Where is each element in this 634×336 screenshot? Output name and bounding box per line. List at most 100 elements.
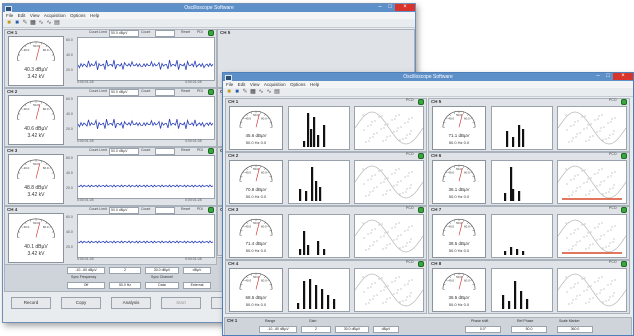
count-limit-field[interactable]: 50.0 dBµV <box>109 30 139 37</box>
settings-icon[interactable]: ✎ <box>242 89 248 95</box>
range-field[interactable]: -10...60 dBµV <box>67 267 105 274</box>
settings-icon[interactable]: ✎ <box>22 20 28 26</box>
minimize-icon[interactable]: – <box>593 73 603 80</box>
sync-frequency-field[interactable]: 50.0 Hz <box>109 282 141 289</box>
wave-icon[interactable]: ∿ <box>258 89 264 95</box>
reset-button[interactable]: Reset <box>181 30 190 35</box>
analysis-button[interactable]: Analysis <box>111 297 151 309</box>
menu-acquisition[interactable]: Acquisition <box>44 13 66 18</box>
menu-help[interactable]: Help <box>90 13 99 18</box>
count-field[interactable] <box>155 207 175 214</box>
reset-button[interactable]: Reset <box>181 89 190 94</box>
time-start: 0:00:01:28 <box>77 139 94 143</box>
phase-point <box>384 124 386 126</box>
gauge-tick-label: 60.0 <box>43 48 49 52</box>
wave-alt-icon[interactable]: ∿ <box>266 89 272 95</box>
phase-point <box>607 176 609 178</box>
wave-icon[interactable]: ∿ <box>38 20 44 26</box>
phase-point <box>611 226 613 228</box>
sync-channel-field[interactable]: Data <box>145 282 179 289</box>
menu-help[interactable]: Help <box>310 82 319 87</box>
reset-button[interactable]: Reset <box>181 207 190 212</box>
unit-field[interactable]: dBµV <box>373 326 399 333</box>
gauge-tick <box>20 49 23 51</box>
menu-edit[interactable]: Edit <box>18 13 26 18</box>
time-end: 0:00:01:28 <box>185 80 202 84</box>
grid-icon[interactable]: ▦ <box>30 20 36 26</box>
gain-field[interactable]: 2 <box>109 267 141 274</box>
close-icon[interactable]: × <box>613 73 633 80</box>
menu-file[interactable]: File <box>226 82 233 87</box>
count-limit-field[interactable]: 50.0 dBµV <box>109 207 139 214</box>
gauge-tick <box>18 113 21 115</box>
voltage-value: 3.42 kV <box>27 251 45 257</box>
grid-icon[interactable]: ▦ <box>250 89 256 95</box>
reset-button[interactable]: Reset <box>181 148 190 153</box>
phase-point <box>571 302 573 304</box>
phase-point <box>406 188 408 190</box>
phase-point <box>609 134 611 136</box>
minimize-icon[interactable]: – <box>375 4 385 11</box>
phase-point <box>411 279 413 281</box>
unit-field[interactable]: dBµV <box>183 267 211 274</box>
menu-options[interactable]: Options <box>70 13 86 18</box>
open-folder-icon[interactable]: ■ <box>6 20 12 26</box>
open-folder-icon[interactable]: ■ <box>226 89 232 95</box>
phase-point <box>400 180 402 182</box>
phase-point <box>584 169 586 171</box>
menu-edit[interactable]: Edit <box>238 82 246 87</box>
channel-label: CH 6 <box>431 153 442 158</box>
phase-point <box>605 300 607 302</box>
front-titlebar[interactable]: Oscilloscope Software – □ × <box>223 73 633 81</box>
range-field[interactable]: -10...60 dBµV <box>259 326 297 333</box>
phase-point <box>382 140 384 142</box>
phase-point <box>565 114 567 116</box>
lld-field[interactable]: 30.0 dBµV <box>335 326 369 333</box>
front-window[interactable]: Oscilloscope Software – □ × File Edit Vi… <box>222 72 634 336</box>
gauge-tick <box>45 45 48 48</box>
count-field[interactable] <box>155 148 175 155</box>
menu-view[interactable]: View <box>30 13 40 18</box>
level-value: 71.1 dBµV <box>448 133 470 138</box>
level-value: 36.1 dBµV <box>448 187 470 192</box>
pdi-label: PDI <box>197 207 203 211</box>
menu-view[interactable]: View <box>250 82 260 87</box>
gauge-tick-label: 50.0 <box>33 44 39 48</box>
count-limit-field[interactable]: 50.0 dBµV <box>109 148 139 155</box>
save-icon[interactable]: ■ <box>234 89 240 95</box>
count-field[interactable] <box>155 30 175 37</box>
sync-mode-field[interactable]: Off <box>67 282 105 289</box>
count-field[interactable] <box>155 89 175 96</box>
phase-point <box>387 177 389 179</box>
phase-point <box>611 172 613 174</box>
gauge-tick <box>472 284 475 286</box>
menu-acquisition[interactable]: Acquisition <box>264 82 286 87</box>
gauge-tick <box>49 167 52 169</box>
copy-button[interactable]: Copy <box>61 297 101 309</box>
close-icon[interactable]: × <box>395 4 415 11</box>
back-titlebar[interactable]: Oscilloscope Software – □ × <box>3 4 415 12</box>
menu-options[interactable]: Options <box>290 82 306 87</box>
phase-point <box>599 130 601 132</box>
start-button[interactable]: Start <box>161 297 201 309</box>
scale-marker-field[interactable]: 360.0 <box>557 326 593 333</box>
phase-shift-field[interactable]: 0.0° <box>465 326 501 333</box>
gauge-tick <box>24 45 27 48</box>
ref-phase-field[interactable]: 50.0 <box>511 326 547 333</box>
menu-file[interactable]: File <box>6 13 13 18</box>
phase-point <box>363 129 365 131</box>
gain-field[interactable]: 2 <box>301 326 331 333</box>
maximize-icon[interactable]: □ <box>385 4 395 11</box>
record-button[interactable]: Record <box>11 297 51 309</box>
count-limit-field[interactable]: 50.0 dBµV <box>109 89 139 96</box>
gauge-dial: 40.0 50.0 60.0 <box>17 159 55 179</box>
maximize-icon[interactable]: □ <box>603 73 613 80</box>
wave-alt-icon[interactable]: ∿ <box>46 20 52 26</box>
lld-field[interactable]: 30.0 dBµV <box>145 267 179 274</box>
sync-source-field[interactable]: External <box>183 282 211 289</box>
chart-icon[interactable]: ▤ <box>54 20 60 26</box>
gauge-tick <box>30 42 32 45</box>
save-icon[interactable]: ■ <box>14 20 20 26</box>
chart-icon[interactable]: ▤ <box>274 89 280 95</box>
gauge-tick <box>260 273 262 276</box>
